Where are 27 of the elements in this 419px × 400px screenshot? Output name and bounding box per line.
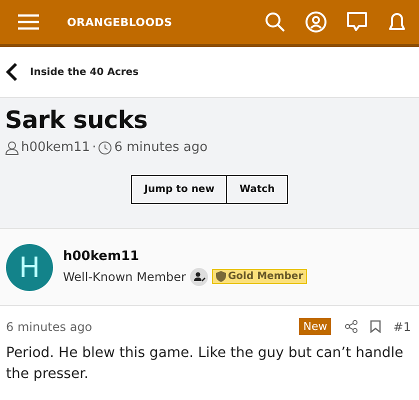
chat-icon[interactable] [347, 12, 367, 32]
bell-icon[interactable] [387, 12, 407, 32]
clock-icon [98, 140, 112, 154]
account-icon[interactable] [305, 11, 327, 33]
post-time[interactable]: 6 minutes ago [6, 320, 300, 334]
post-number[interactable]: #1 [393, 320, 411, 334]
search-icon[interactable] [265, 12, 285, 32]
thread-title: Sark sucks [5, 106, 148, 134]
thread-author[interactable]: h00kem11 [21, 140, 90, 155]
share-icon[interactable] [345, 320, 358, 333]
site-name[interactable]: ORANGEBLOODS [67, 16, 245, 28]
thread-time[interactable]: 6 minutes ago [114, 140, 208, 155]
breadcrumb-link[interactable]: Inside the 40 Acres [30, 66, 139, 78]
post-body: Period. He blew this game. Like the guy but can’t handle the presser. [5, 344, 404, 384]
meta-separator: · [92, 140, 96, 155]
user-avatar[interactable]: H [6, 244, 53, 290]
username[interactable]: h00kem11 [63, 248, 308, 264]
user-title: Well-Known Member [63, 270, 186, 284]
new-badge: New [299, 318, 332, 335]
watch-button[interactable]: Watch [227, 175, 288, 204]
member-rank-badge: Gold Member [212, 269, 308, 284]
menu-icon[interactable] [18, 14, 39, 30]
jump-to-new-button[interactable]: Jump to new [131, 175, 228, 204]
user-icon [5, 140, 19, 154]
shield-icon [216, 271, 226, 282]
member-icon [190, 268, 208, 286]
bookmark-icon[interactable] [370, 320, 382, 333]
